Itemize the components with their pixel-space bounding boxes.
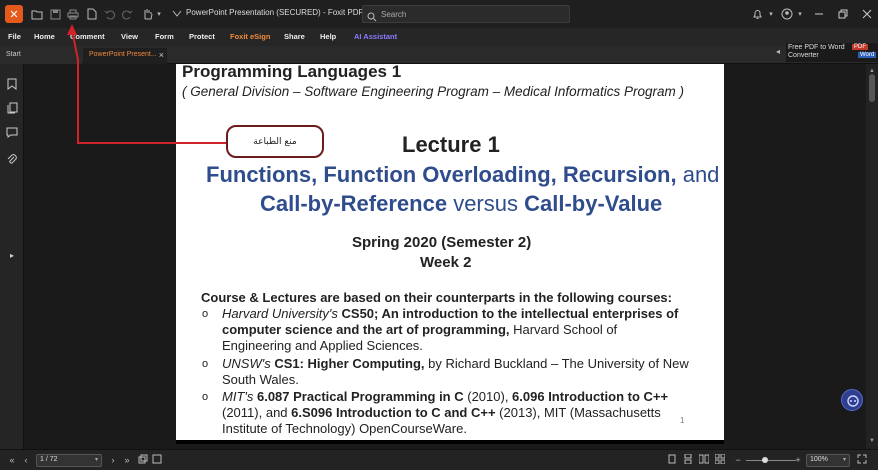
zoom-level-field[interactable]: 100% ▾ — [806, 454, 850, 467]
zoom-level: 100% — [810, 456, 828, 463]
annotation-arrow — [67, 24, 226, 144]
ai-assistant-button[interactable] — [841, 389, 863, 411]
page-dropdown-icon[interactable]: ▾ — [95, 456, 98, 463]
continuous-view-icon[interactable] — [682, 453, 694, 466]
scroll-thumb[interactable] — [869, 74, 875, 102]
next-page-icon[interactable]: › — [107, 454, 119, 466]
ai-icon — [847, 395, 859, 407]
page-number-field[interactable]: 1 / 72 ▾ — [36, 454, 102, 467]
annotation-bubble: منع الطباعة — [226, 125, 324, 158]
facing-view-icon[interactable] — [698, 454, 710, 466]
zoom-dropdown-icon[interactable]: ▾ — [843, 456, 846, 463]
status-bar: « ‹ 1 / 72 ▾ › » − + 100% ▾ — [0, 449, 878, 470]
prev-page-icon[interactable]: ‹ — [20, 454, 32, 466]
zoom-slider-track[interactable] — [746, 460, 796, 461]
page-indicator: 1 / 72 — [40, 456, 58, 463]
first-page-icon[interactable]: « — [6, 454, 18, 466]
annotation-text: منع الطباعة — [253, 136, 297, 147]
fit-page-icon[interactable] — [151, 454, 163, 466]
scroll-down-icon[interactable]: ▼ — [869, 438, 875, 444]
continuous-facing-view-icon[interactable] — [714, 453, 726, 466]
zoom-out-icon[interactable]: − — [732, 454, 744, 466]
vertical-scrollbar[interactable]: ▲ ▼ — [866, 64, 878, 449]
fullscreen-icon[interactable] — [856, 454, 868, 466]
last-page-icon[interactable]: » — [121, 454, 133, 466]
zoom-slider-thumb[interactable] — [762, 457, 768, 463]
copy-view-icon[interactable] — [137, 454, 149, 466]
single-page-view-icon[interactable] — [666, 454, 678, 466]
zoom-in-icon[interactable]: + — [792, 454, 804, 466]
